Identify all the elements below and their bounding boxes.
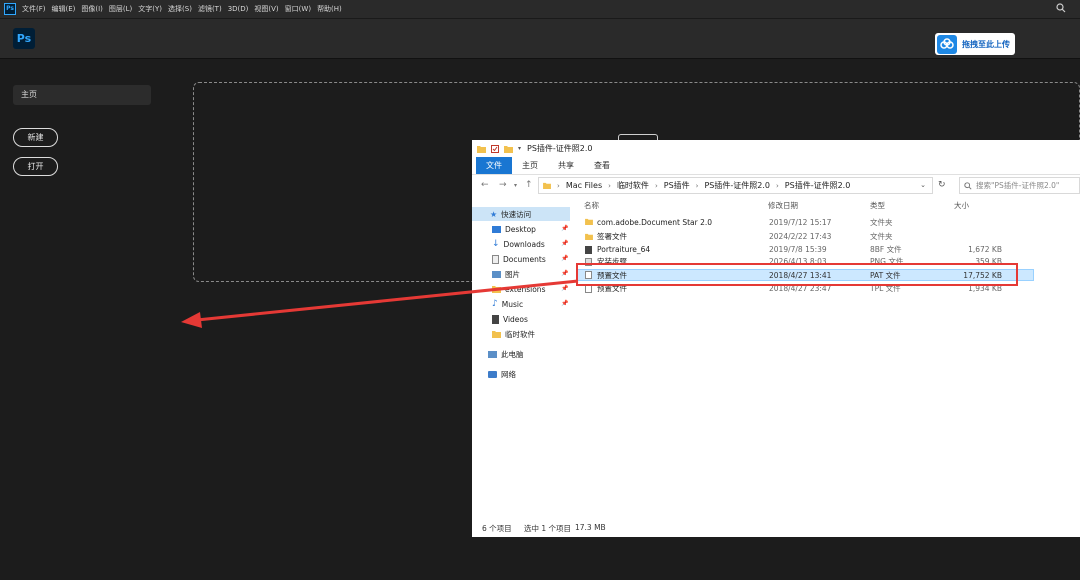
annotation-arrow [181,279,579,328]
